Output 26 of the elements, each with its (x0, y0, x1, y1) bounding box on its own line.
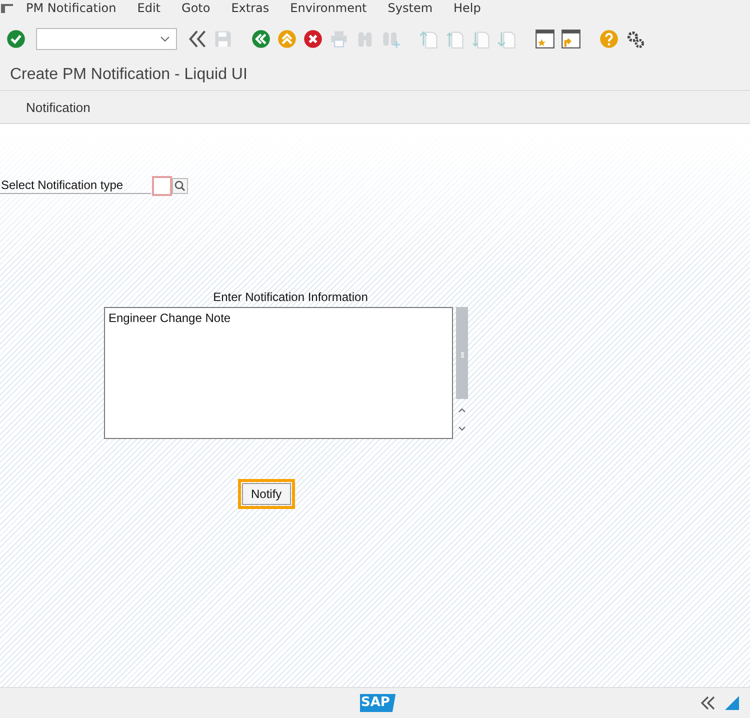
help-icon[interactable] (599, 29, 619, 49)
settings-icon[interactable] (625, 29, 645, 49)
double-chevron-icon[interactable] (187, 29, 207, 49)
command-field[interactable] (36, 28, 177, 50)
menu-item[interactable]: Extras (231, 1, 270, 15)
exit-icon[interactable] (277, 29, 297, 49)
menu-item[interactable]: PM Notification (26, 1, 116, 15)
menu-item[interactable]: Environment (290, 1, 367, 15)
text-area[interactable]: Engineer Change Note (104, 307, 452, 439)
corner-triangle-icon[interactable] (724, 696, 740, 710)
text-area-label: Enter Notification Information (213, 290, 368, 304)
toolbar-button[interactable]: Notification (26, 100, 90, 114)
menu-item[interactable]: Help (454, 1, 481, 15)
search-help-icon[interactable] (172, 178, 188, 194)
menu-item[interactable]: Edit (137, 1, 161, 15)
double-chevron-icon[interactable] (700, 696, 716, 710)
enter-icon[interactable] (6, 29, 26, 49)
input-field[interactable] (153, 177, 171, 195)
back-icon[interactable] (251, 29, 271, 49)
menu-item[interactable]: Goto (182, 1, 210, 15)
menu-icon[interactable] (0, 2, 14, 14)
field-label: Select Notification type (0, 178, 151, 194)
menu-item[interactable]: System (388, 1, 433, 15)
caret-icon[interactable] (160, 36, 170, 42)
window-title: Create PM Notification - Liquid UI (10, 66, 248, 84)
cancel-icon[interactable] (303, 29, 323, 49)
